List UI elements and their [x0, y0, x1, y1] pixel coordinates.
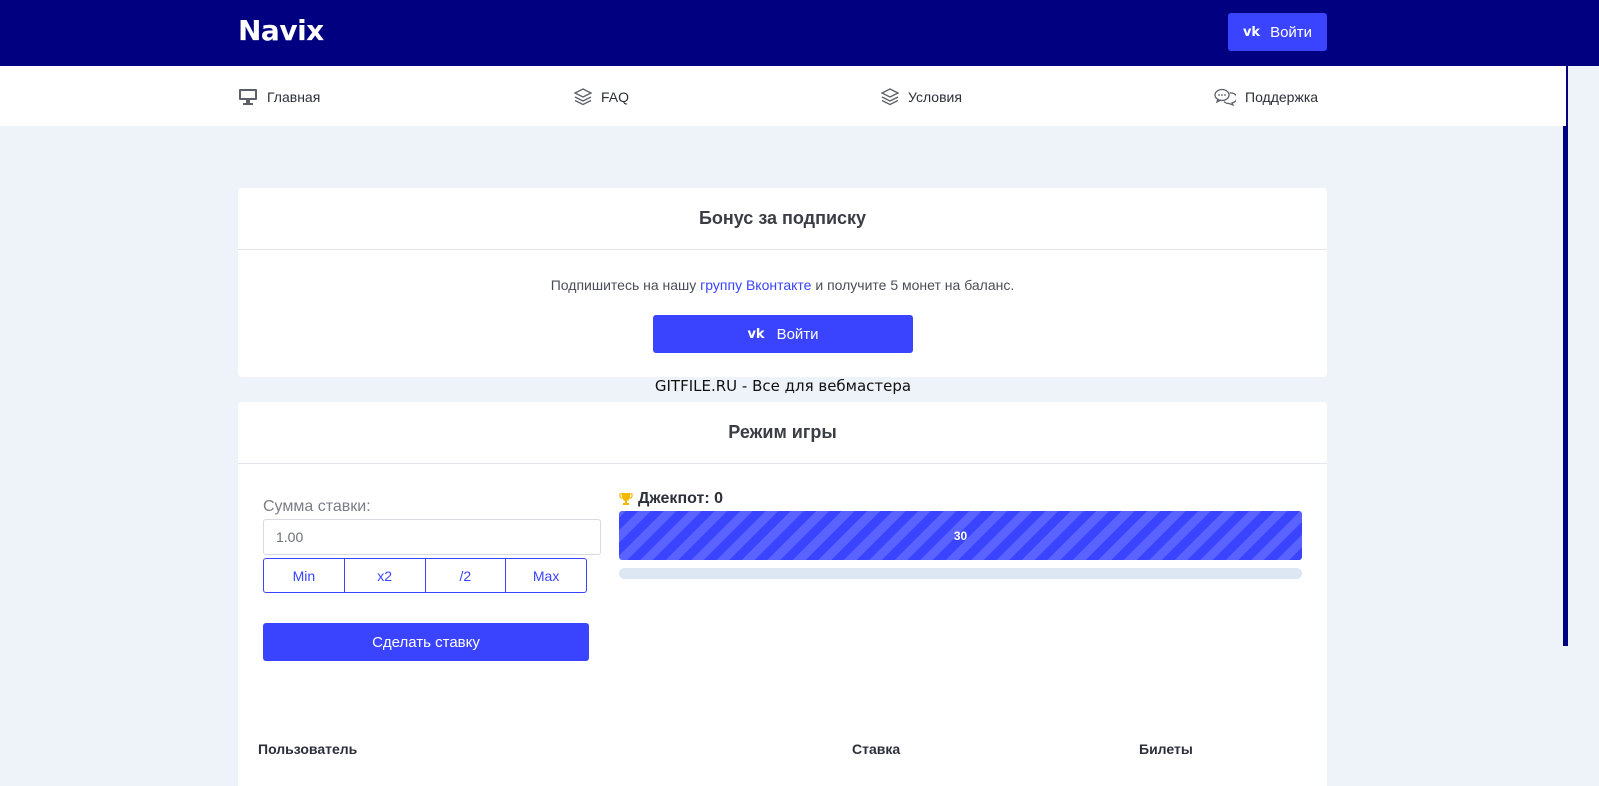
bonus-card-title: Бонус за подписку — [238, 188, 1327, 250]
round-timer-bar: 30 — [619, 511, 1302, 560]
jackpot-label: Джекпот: 0 — [638, 490, 723, 507]
jackpot-display: Джекпот: 0 — [619, 490, 723, 508]
bonus-card: Бонус за подписку Подпишитесь на нашу гр… — [238, 188, 1327, 377]
bet-min-button[interactable]: Min — [264, 559, 345, 592]
layers-icon — [574, 88, 592, 106]
bonus-login-button[interactable]: vk Войти — [653, 315, 913, 353]
trophy-icon — [619, 493, 633, 505]
bet-max-button[interactable]: Max — [506, 559, 586, 592]
bonus-login-label: Войти — [776, 325, 819, 343]
vk-group-link[interactable]: группу Вконтакте — [700, 277, 811, 293]
nav-item-support[interactable]: Поддержка — [1214, 86, 1318, 108]
vk-icon: vk — [747, 326, 765, 342]
bet-modifier-group: Min x2 /2 Max — [263, 558, 587, 593]
nav-home-label: Главная — [267, 89, 321, 105]
watermark-text: GITFILE.RU - Все для вебмастера — [654, 377, 912, 395]
nav-item-faq[interactable]: FAQ — [574, 86, 629, 108]
bet-amount-input[interactable] — [263, 519, 601, 555]
bonus-text-after: и получите 5 монет на баланс. — [815, 277, 1015, 293]
bonus-text-before: Подпишитесь на нашу — [550, 277, 697, 293]
bet-half-button[interactable]: /2 — [426, 559, 507, 592]
main-nav: Главная FAQ Условия Поддержка — [0, 66, 1566, 126]
table-header-bet: Ставка — [852, 741, 901, 757]
nav-item-terms[interactable]: Условия — [881, 86, 962, 108]
bet-amount-label: Сумма ставки: — [263, 498, 371, 515]
bonus-description: Подпишитесь на нашу группу Вконтакте и п… — [238, 277, 1327, 293]
header-login-button[interactable]: vk Войти — [1228, 13, 1327, 51]
bet-double-button[interactable]: x2 — [345, 559, 426, 592]
round-timer-value: 30 — [953, 528, 968, 543]
chat-icon — [1214, 88, 1236, 106]
game-card: Режим игры Сумма ставки: Min x2 /2 Max С… — [238, 402, 1327, 786]
nav-terms-label: Условия — [908, 89, 962, 105]
layers-icon — [881, 88, 899, 106]
site-logo[interactable]: Navix — [238, 14, 324, 47]
header-login-label: Войти — [1270, 23, 1313, 41]
nav-support-label: Поддержка — [1245, 89, 1319, 105]
monitor-icon — [239, 89, 257, 105]
table-header-tickets: Билеты — [1139, 741, 1193, 757]
game-card-title: Режим игры — [238, 402, 1327, 464]
table-header-user: Пользователь — [258, 741, 358, 757]
nav-item-home[interactable]: Главная — [238, 86, 320, 108]
place-bet-button[interactable]: Сделать ставку — [263, 623, 589, 661]
vk-icon: vk — [1242, 24, 1261, 40]
round-progress-track — [619, 568, 1302, 579]
nav-faq-label: FAQ — [601, 89, 630, 105]
top-header: Navix vk Войти — [0, 0, 1599, 66]
